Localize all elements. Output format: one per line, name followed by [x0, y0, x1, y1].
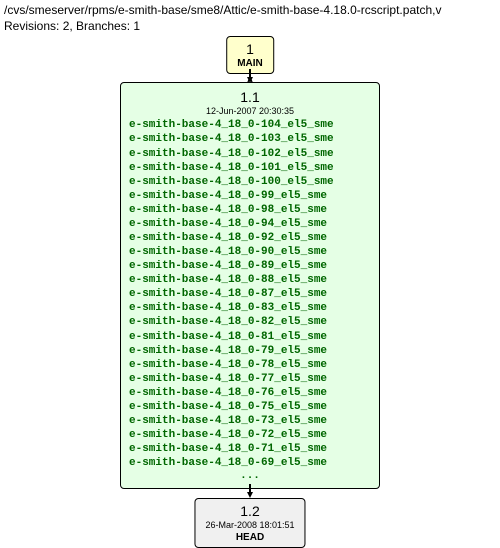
revision-node-1-1[interactable]: 1.1 12-Jun-2007 20:30:35 e-smith-base-4_…	[120, 82, 380, 489]
tag-item: e-smith-base-4_18_0-83_el5_sme	[129, 301, 371, 315]
tag-item: e-smith-base-4_18_0-92_el5_sme	[129, 231, 371, 245]
connector-1	[247, 69, 253, 83]
revision-number: 1.2	[205, 503, 294, 519]
tag-item: e-smith-base-4_18_0-76_el5_sme	[129, 386, 371, 400]
tag-item: e-smith-base-4_18_0-100_el5_sme	[129, 175, 371, 189]
tag-item: e-smith-base-4_18_0-72_el5_sme	[129, 428, 371, 442]
branch-root-name: MAIN	[237, 58, 263, 69]
revision-graph: 1 MAIN 1.1 12-Jun-2007 20:30:35 e-smith-…	[0, 36, 500, 546]
tag-item: e-smith-base-4_18_0-82_el5_sme	[129, 315, 371, 329]
tag-item: e-smith-base-4_18_0-88_el5_sme	[129, 273, 371, 287]
tag-item: e-smith-base-4_18_0-73_el5_sme	[129, 414, 371, 428]
tag-item: e-smith-base-4_18_0-78_el5_sme	[129, 358, 371, 372]
tag-item: e-smith-base-4_18_0-99_el5_sme	[129, 189, 371, 203]
connector-2	[247, 484, 253, 498]
revision-node-1-2[interactable]: 1.2 26-Mar-2008 18:01:51 HEAD	[194, 498, 305, 548]
tag-item: e-smith-base-4_18_0-69_el5_sme	[129, 456, 371, 470]
revision-number: 1.1	[129, 89, 371, 105]
tag-item: e-smith-base-4_18_0-77_el5_sme	[129, 372, 371, 386]
tag-item: e-smith-base-4_18_0-104_el5_sme	[129, 118, 371, 132]
revision-timestamp: 12-Jun-2007 20:30:35	[129, 106, 371, 116]
more-tags: ...	[129, 470, 371, 482]
tag-list: e-smith-base-4_18_0-104_el5_smee-smith-b…	[129, 118, 371, 470]
file-path: /cvs/smeserver/rpms/e-smith-base/sme8/At…	[4, 2, 496, 18]
tag-item: e-smith-base-4_18_0-90_el5_sme	[129, 245, 371, 259]
branch-root-number: 1	[237, 41, 263, 57]
tag-item: e-smith-base-4_18_0-94_el5_sme	[129, 217, 371, 231]
tag-item: e-smith-base-4_18_0-87_el5_sme	[129, 287, 371, 301]
tag-item: e-smith-base-4_18_0-101_el5_sme	[129, 161, 371, 175]
tag-item: e-smith-base-4_18_0-89_el5_sme	[129, 259, 371, 273]
tag-item: e-smith-base-4_18_0-81_el5_sme	[129, 330, 371, 344]
revisions-line: Revisions: 2, Branches: 1	[4, 18, 496, 34]
tag-item: e-smith-base-4_18_0-75_el5_sme	[129, 400, 371, 414]
file-header: /cvs/smeserver/rpms/e-smith-base/sme8/At…	[0, 0, 500, 36]
revision-timestamp: 26-Mar-2008 18:01:51	[205, 520, 294, 530]
tag-item: e-smith-base-4_18_0-98_el5_sme	[129, 203, 371, 217]
tag-item: e-smith-base-4_18_0-102_el5_sme	[129, 147, 371, 161]
tag-item: e-smith-base-4_18_0-71_el5_sme	[129, 442, 371, 456]
head-branch-name: HEAD	[205, 532, 294, 543]
tag-item: e-smith-base-4_18_0-79_el5_sme	[129, 344, 371, 358]
tag-item: e-smith-base-4_18_0-103_el5_sme	[129, 132, 371, 146]
